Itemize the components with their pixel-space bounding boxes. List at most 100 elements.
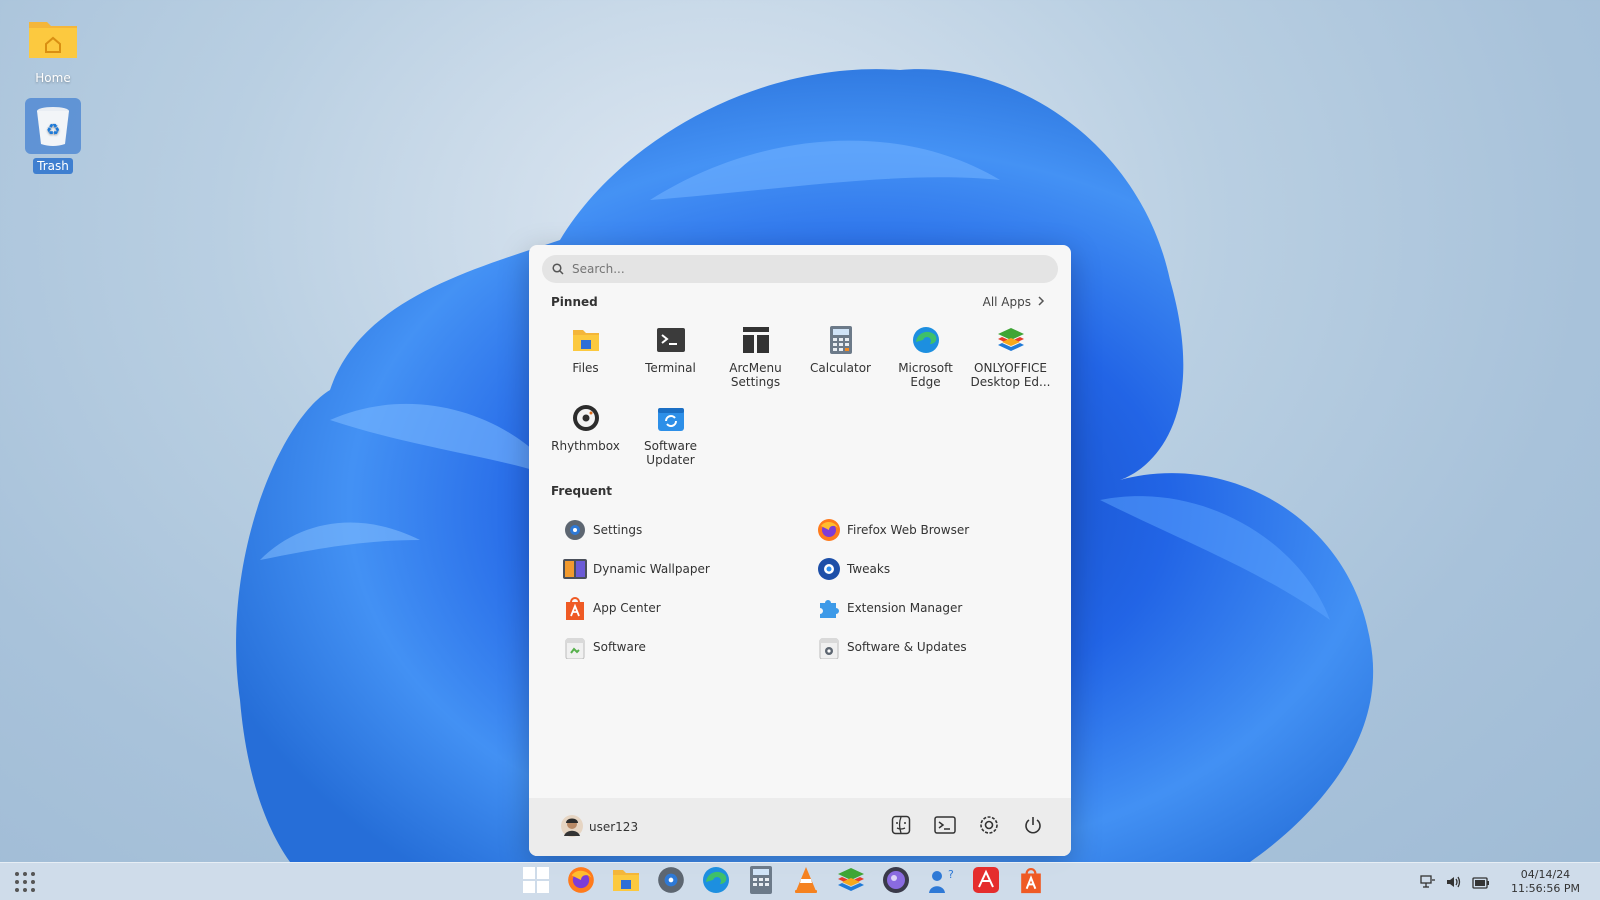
- desktop-icon-trash[interactable]: ♻ Trash: [15, 98, 91, 174]
- files-icon: [571, 325, 601, 355]
- pinned-app-terminal[interactable]: Terminal: [628, 325, 713, 391]
- pinned-app-microsoft-edge[interactable]: Microsoft Edge: [883, 325, 968, 391]
- onlyoffice-icon: [836, 866, 866, 898]
- edge-icon: [911, 325, 941, 355]
- footer-actions: [887, 813, 1047, 841]
- network-icon: [1420, 874, 1436, 893]
- gear-icon: [978, 814, 1000, 840]
- taskbar-screenshot[interactable]: [880, 866, 912, 898]
- taskbar-onlyoffice[interactable]: [835, 866, 867, 898]
- taskbar-settings[interactable]: [655, 866, 687, 898]
- pinned-app-label: ArcMenu Settings: [729, 361, 782, 389]
- user-button[interactable]: user123: [561, 814, 638, 840]
- frequent-app-tweaks[interactable]: Tweaks: [817, 556, 1063, 582]
- taskbar-help[interactable]: ?: [925, 866, 957, 898]
- search-bar[interactable]: [542, 255, 1058, 283]
- file-manager-button[interactable]: [887, 813, 915, 841]
- power-icon: [1023, 815, 1043, 839]
- files-icon: [612, 867, 640, 897]
- extension-manager-icon: [817, 596, 841, 620]
- pinned-app-software-updater[interactable]: Software Updater: [628, 403, 713, 469]
- pinned-app-label: Files: [572, 361, 599, 375]
- firefox-icon: [567, 866, 595, 898]
- desktop-icon-label: Home: [35, 71, 71, 85]
- frequent-app-software[interactable]: Software: [563, 634, 817, 660]
- terminal-button[interactable]: [931, 813, 959, 841]
- svg-text:♻: ♻: [46, 120, 60, 139]
- pinned-app-label: Software Updater: [644, 439, 697, 467]
- clock-date: 04/14/24: [1520, 868, 1571, 881]
- frequent-app-label: Dynamic Wallpaper: [593, 562, 710, 576]
- finder-icon: [891, 815, 911, 839]
- frequent-app-label: Software & Updates: [847, 640, 967, 654]
- taskbar-acrobat[interactable]: [970, 866, 1002, 898]
- app-center-icon: [1019, 866, 1043, 898]
- calculator-icon: [826, 325, 856, 355]
- software-updater-icon: [656, 403, 686, 433]
- pinned-app-onlyoffice[interactable]: ONLYOFFICE Desktop Ed...: [968, 325, 1053, 391]
- pinned-app-rhythmbox[interactable]: Rhythmbox: [543, 403, 628, 469]
- clock[interactable]: 04/14/24 11:56:56 PM: [1511, 868, 1580, 896]
- frequent-app-label: App Center: [593, 601, 661, 615]
- software-icon: [563, 635, 587, 659]
- pinned-app-files[interactable]: Files: [543, 325, 628, 391]
- taskbar-calculator[interactable]: [745, 866, 777, 898]
- app-grid-button[interactable]: [14, 871, 36, 897]
- pinned-app-calculator[interactable]: Calculator: [798, 325, 883, 391]
- pinned-app-label: Rhythmbox: [551, 439, 620, 453]
- dynamic-wallpaper-icon: [563, 557, 587, 581]
- terminal-icon: [656, 325, 686, 355]
- arcmenu-settings-icon: [741, 325, 771, 355]
- frequent-app-settings[interactable]: Settings: [563, 517, 817, 543]
- taskbar-firefox[interactable]: [565, 866, 597, 898]
- pinned-title: Pinned: [551, 295, 598, 309]
- onlyoffice-icon: [996, 325, 1026, 355]
- acrobat-icon: [973, 867, 999, 897]
- taskbar-app-center[interactable]: [1015, 866, 1047, 898]
- taskbar-edge[interactable]: [700, 866, 732, 898]
- search-icon: [552, 260, 564, 279]
- start-menu: Pinned All Apps Files Terminal ArcMenu S…: [529, 245, 1071, 856]
- frequent-title: Frequent: [551, 484, 613, 498]
- pinned-app-label: Terminal: [645, 361, 696, 375]
- pinned-app-label: Calculator: [810, 361, 871, 375]
- frequent-app-label: Settings: [593, 523, 643, 537]
- clock-time: 11:56:56 PM: [1510, 882, 1580, 895]
- screenshot-icon: [882, 866, 910, 898]
- app-grid-icon: [14, 872, 36, 897]
- settings-button[interactable]: [975, 813, 1003, 841]
- svg-text:?: ?: [948, 868, 954, 881]
- frequent-app-label: Tweaks: [847, 562, 891, 576]
- avatar: [561, 814, 583, 840]
- terminal-icon: [934, 816, 956, 838]
- system-tray[interactable]: [1420, 874, 1490, 893]
- frequent-app-extension-manager[interactable]: Extension Manager: [817, 595, 1063, 621]
- chevron-right-icon: [1037, 295, 1045, 309]
- frequent-app-firefox[interactable]: Firefox Web Browser: [817, 517, 1063, 543]
- frequent-list: Settings Firefox Web Browser Dynamic Wal…: [563, 517, 1063, 660]
- taskbar: ? 04/14/24 11:56:56 PM: [0, 862, 1600, 900]
- power-button[interactable]: [1019, 813, 1047, 841]
- vlc-icon: [793, 866, 819, 898]
- frequent-app-software-updates[interactable]: Software & Updates: [817, 634, 1063, 660]
- taskbar-vlc[interactable]: [790, 866, 822, 898]
- firefox-icon: [817, 518, 841, 542]
- pinned-app-label: Microsoft Edge: [898, 361, 953, 389]
- taskbar-files[interactable]: [610, 866, 642, 898]
- all-apps-button[interactable]: All Apps: [983, 295, 1045, 309]
- software-updates-icon: [817, 635, 841, 659]
- settings-icon: [563, 518, 587, 542]
- search-input[interactable]: [572, 262, 1042, 276]
- trash-icon: ♻: [25, 98, 81, 154]
- desktop-icon-home[interactable]: Home: [15, 10, 91, 86]
- app-center-icon: [563, 596, 587, 620]
- settings-icon: [657, 866, 685, 898]
- taskbar-start-button[interactable]: [520, 866, 552, 898]
- calculator-icon: [750, 866, 772, 898]
- desktop-icon-label: Trash: [33, 158, 73, 174]
- rhythmbox-icon: [571, 403, 601, 433]
- frequent-app-app-center[interactable]: App Center: [563, 595, 817, 621]
- volume-icon: [1446, 874, 1462, 893]
- pinned-app-arcmenu-settings[interactable]: ArcMenu Settings: [713, 325, 798, 391]
- frequent-app-dynamic-wallpaper[interactable]: Dynamic Wallpaper: [563, 556, 817, 582]
